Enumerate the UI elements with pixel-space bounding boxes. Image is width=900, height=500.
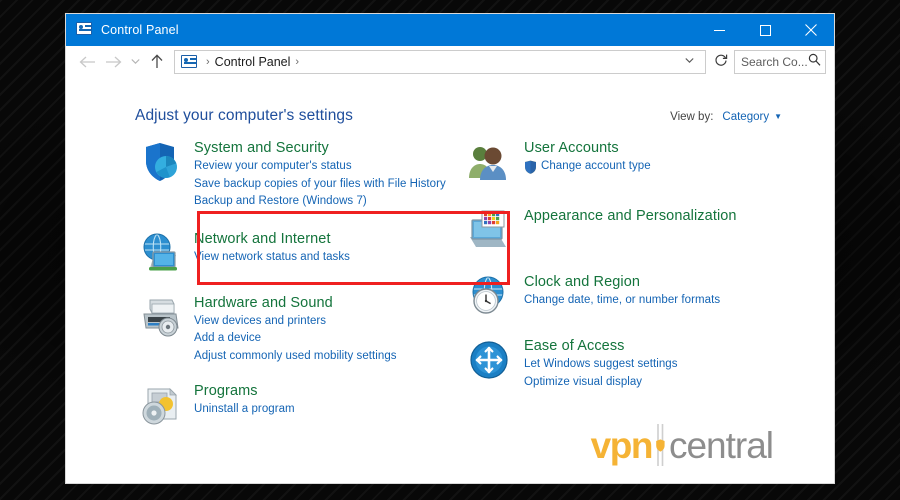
category-title[interactable]: User Accounts: [524, 139, 651, 157]
category-link[interactable]: View network status and tasks: [194, 249, 350, 266]
window-titlebar[interactable]: Control Panel: [66, 14, 834, 46]
page-title: Adjust your computer's settings: [135, 107, 353, 124]
category-clock-and-region[interactable]: Clock and Region Change date, time, or n…: [466, 272, 796, 320]
view-by-dropdown[interactable]: Category ▼: [722, 111, 782, 123]
breadcrumb-control-panel-icon: [181, 54, 197, 69]
minimize-icon[interactable]: [696, 14, 742, 46]
window-controls: [696, 14, 834, 46]
category-ease-of-access[interactable]: Ease of Access Let Windows suggest setti…: [466, 336, 796, 391]
category-hardware-and-sound[interactable]: Hardware and Sound View devices and prin…: [136, 293, 456, 366]
category-body: Ease of Access Let Windows suggest setti…: [524, 336, 678, 391]
category-body: Clock and Region Change date, time, or n…: [524, 272, 720, 320]
address-bar-actions: [678, 56, 701, 67]
category-link[interactable]: Optimize visual display: [524, 374, 678, 391]
category-system-and-security[interactable]: System and Security Review your computer…: [136, 138, 456, 211]
category-link[interactable]: View devices and printers: [194, 313, 397, 330]
category-link-label: Change account type: [541, 160, 651, 173]
category-title[interactable]: Clock and Region: [524, 273, 720, 291]
user-accounts-icon: [466, 138, 514, 186]
category-body: User Accounts Change account type: [524, 138, 651, 186]
category-programs[interactable]: Programs Uninstall a program: [136, 381, 456, 429]
view-by-value: Category: [722, 111, 770, 123]
close-icon[interactable]: [788, 14, 834, 46]
programs-disc-icon: [136, 381, 184, 429]
vpncentral-watermark: vpn central: [590, 424, 774, 466]
forward-arrow-icon[interactable]: [100, 49, 126, 75]
category-link[interactable]: Change date, time, or number formats: [524, 292, 720, 309]
watermark-central-text: central: [668, 424, 774, 466]
category-link[interactable]: Save backup copies of your files with Fi…: [194, 176, 446, 193]
category-link[interactable]: Backup and Restore (Windows 7): [194, 193, 446, 210]
appearance-icon: [466, 206, 514, 254]
breadcrumb-control-panel[interactable]: Control Panel: [215, 55, 291, 69]
history-chevron-icon[interactable]: [126, 49, 144, 75]
up-arrow-icon[interactable]: [144, 49, 170, 75]
navigation-bar: › Control Panel › Search Co...: [66, 46, 834, 78]
search-input[interactable]: Search Co...: [734, 49, 826, 74]
category-title[interactable]: Network and Internet: [194, 230, 350, 248]
category-column-right: User Accounts Change account type Appear…: [466, 138, 796, 405]
search-icon[interactable]: [808, 53, 821, 71]
category-title[interactable]: Ease of Access: [524, 337, 678, 355]
refresh-icon[interactable]: [712, 53, 734, 70]
chevron-down-icon: ▼: [774, 111, 782, 121]
category-body: Programs Uninstall a program: [194, 381, 295, 429]
category-link[interactable]: Adjust commonly used mobility settings: [194, 348, 397, 365]
search-placeholder: Search Co...: [741, 54, 808, 69]
category-title[interactable]: System and Security: [194, 139, 446, 157]
category-body: Network and Internet View network status…: [194, 229, 350, 277]
category-link[interactable]: Review your computer's status: [194, 158, 446, 175]
back-arrow-icon[interactable]: [74, 49, 100, 75]
category-link[interactable]: Let Windows suggest settings: [524, 356, 678, 373]
category-column-left: System and Security Review your computer…: [136, 138, 456, 443]
printer-hardware-icon: [136, 293, 184, 341]
view-by-label: View by:: [670, 111, 714, 123]
category-title[interactable]: Hardware and Sound: [194, 294, 397, 312]
maximize-icon[interactable]: [742, 14, 788, 46]
breadcrumb-separator-2[interactable]: ›: [295, 56, 299, 68]
category-network-and-internet[interactable]: Network and Internet View network status…: [136, 229, 456, 277]
category-link[interactable]: Add a device: [194, 330, 397, 347]
category-user-accounts[interactable]: User Accounts Change account type: [466, 138, 796, 186]
watermark-vpn-text: vpn: [590, 424, 654, 466]
clock-region-icon: [466, 272, 514, 320]
window-title: Control Panel: [101, 23, 179, 37]
chevron-down-icon[interactable]: [678, 56, 701, 67]
category-title[interactable]: Programs: [194, 382, 295, 400]
category-title[interactable]: Appearance and Personalization: [524, 207, 737, 225]
shield-security-icon: [136, 138, 184, 186]
control-panel-window: Control Panel › Control Panel › Search C…: [66, 14, 834, 483]
ease-of-access-icon: [466, 336, 514, 384]
control-panel-content: Adjust your computer's settings View by:…: [66, 78, 834, 483]
address-bar[interactable]: › Control Panel ›: [174, 49, 706, 74]
category-body: Appearance and Personalization: [524, 206, 737, 254]
category-link[interactable]: Uninstall a program: [194, 401, 295, 418]
category-body: Hardware and Sound View devices and prin…: [194, 293, 397, 366]
view-by-control: View by: Category ▼: [670, 111, 782, 123]
category-appearance-and-personalization[interactable]: Appearance and Personalization: [466, 206, 796, 254]
uac-shield-icon: [524, 160, 537, 174]
control-panel-icon: [76, 22, 92, 38]
globe-network-icon: [136, 229, 184, 277]
category-body: System and Security Review your computer…: [194, 138, 446, 211]
breadcrumb-separator-1: ›: [206, 55, 210, 68]
category-link-change-account-type[interactable]: Change account type: [524, 158, 651, 175]
watermark-shield-divider: [654, 424, 668, 466]
